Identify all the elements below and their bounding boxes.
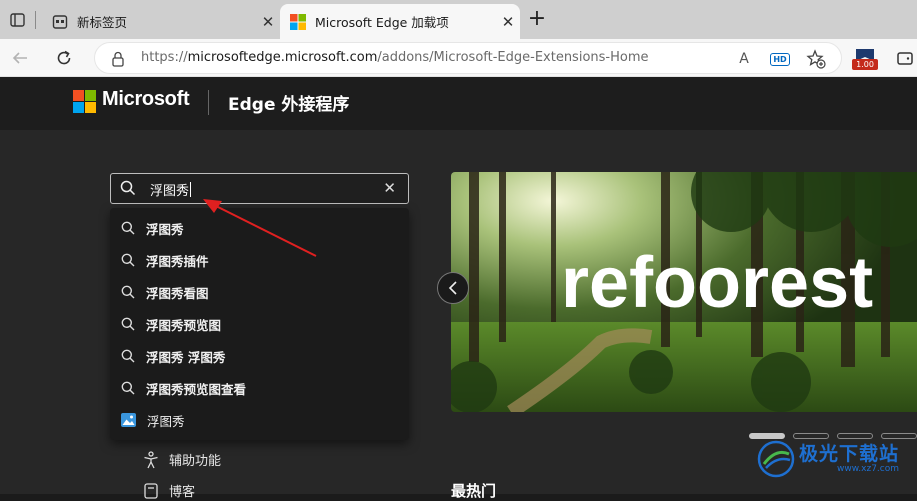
sidebar-item-label: 博客	[169, 485, 196, 500]
url-path: /addons/Microsoft-Edge-Extensions-Home	[377, 50, 649, 65]
clear-search-icon[interactable]: ✕	[383, 179, 396, 197]
search-icon	[121, 285, 135, 299]
read-aloud-icon: A	[739, 51, 749, 67]
product-title[interactable]: Edge 外接程序	[228, 90, 349, 115]
search-input[interactable]: 浮图秀	[150, 180, 192, 199]
site-header: Microsoft Edge 外接程序	[0, 77, 917, 130]
watermark-logo-icon	[757, 440, 795, 478]
search-icon	[121, 253, 135, 267]
search-icon	[121, 381, 135, 395]
carousel-dot[interactable]	[837, 433, 873, 439]
suggestion-item[interactable]: 浮图秀插件	[110, 244, 409, 276]
search-icon	[121, 349, 135, 363]
carousel-dot[interactable]	[881, 433, 917, 439]
sidebar-item-blog[interactable]: 博客	[143, 481, 195, 500]
search-suggestions-dropdown: 浮图秀 浮图秀插件 浮图秀看图 浮图秀预览图 浮图秀 浮图秀 浮图秀预览图查看 …	[110, 208, 409, 440]
tab-new-tab[interactable]: 新标签页 ✕	[42, 4, 280, 39]
back-button[interactable]	[8, 46, 32, 70]
text-caret	[190, 182, 192, 197]
brand-name[interactable]: Microsoft	[102, 88, 190, 111]
hd-button[interactable]: HD	[769, 48, 791, 70]
hd-icon: HD	[770, 52, 790, 66]
url-scheme: https://	[141, 50, 188, 65]
microsoft-logo-icon[interactable]	[73, 90, 96, 113]
suggestion-text: 浮图秀 浮图秀	[146, 349, 226, 365]
header-divider	[208, 90, 209, 115]
carousel-prev-button[interactable]	[437, 272, 469, 304]
wallet-button[interactable]	[893, 46, 917, 70]
lock-icon	[112, 51, 124, 67]
forest-banner-image: refoorest	[451, 172, 917, 412]
wallet-icon	[897, 52, 913, 65]
sidebar-item-accessibility[interactable]: 辅助功能	[143, 450, 221, 469]
url-text: https://microsoftedge.microsoft.com/addo…	[141, 50, 649, 65]
chevron-left-icon	[448, 281, 457, 295]
url-host: microsoftedge.microsoft.com	[187, 50, 378, 65]
add-favorite-button[interactable]	[805, 48, 827, 70]
close-tab-icon[interactable]: ✕	[256, 13, 280, 31]
refresh-icon	[57, 50, 71, 65]
suggestion-item[interactable]: 浮图秀预览图	[110, 308, 409, 340]
image-icon	[121, 413, 136, 427]
address-bar[interactable]: https://microsoftedge.microsoft.com/addo…	[94, 42, 842, 74]
suggestion-text: 浮图秀预览图	[146, 317, 222, 333]
suggestion-item[interactable]: 浮图秀预览图查看	[110, 372, 409, 404]
site-watermark: 极光下载站 www.xz7.com	[757, 440, 899, 478]
new-tab-button[interactable]: +	[524, 7, 550, 33]
suggestion-item[interactable]: 浮图秀	[110, 212, 409, 244]
new-tab-page-icon	[52, 14, 68, 29]
carousel-dot[interactable]	[749, 433, 785, 439]
suggestion-text: 浮图秀	[147, 413, 185, 429]
suggestion-text: 浮图秀	[146, 221, 184, 237]
banner-title: refoorest	[561, 243, 873, 323]
tab-actions-button[interactable]	[4, 8, 30, 32]
tab-actions-icon	[9, 13, 25, 27]
search-icon	[121, 221, 135, 235]
suggestion-item[interactable]: 浮图秀 浮图秀	[110, 340, 409, 372]
tab-title: Microsoft Edge 加载项	[315, 15, 449, 30]
carousel-dot[interactable]	[793, 433, 829, 439]
favorite-add-icon	[806, 49, 826, 69]
refresh-button[interactable]	[52, 46, 76, 70]
tab-title: 新标签页	[77, 15, 128, 30]
suggestion-text: 浮图秀看图	[146, 285, 209, 301]
extension-button[interactable]: 1.00	[852, 47, 878, 73]
suggestion-text: 浮图秀预览图查看	[146, 381, 247, 397]
search-box[interactable]: 浮图秀 ✕	[110, 173, 409, 204]
search-icon	[120, 180, 136, 196]
watermark-title: 极光下载站	[799, 443, 900, 465]
hero-carousel[interactable]: refoorest	[451, 172, 917, 412]
suggestion-item[interactable]: 浮图秀看图	[110, 276, 409, 308]
blog-icon	[144, 482, 158, 499]
extension-suggestion-item[interactable]: 浮图秀	[110, 404, 409, 436]
accessibility-icon	[144, 450, 158, 468]
sidebar-item-label: 辅助功能	[169, 454, 222, 469]
search-input-value: 浮图秀	[150, 184, 190, 199]
close-tab-icon[interactable]: ✕	[496, 13, 520, 31]
address-toolbar: https://microsoftedge.microsoft.com/addo…	[0, 39, 917, 77]
section-heading-most-popular: 最热门	[451, 482, 497, 500]
suggestion-text: 浮图秀插件	[146, 253, 209, 269]
watermark-url: www.xz7.com	[837, 464, 900, 474]
carousel-indicators	[749, 433, 917, 439]
search-icon	[121, 317, 135, 331]
tab-edge-addons[interactable]: Microsoft Edge 加载项 ✕	[280, 4, 520, 39]
browser-tab-bar: 新标签页 ✕ Microsoft Edge 加载项 ✕ +	[0, 0, 917, 39]
extension-badge-count: 1.00	[852, 59, 878, 70]
microsoft-logo-icon	[290, 13, 306, 30]
read-aloud-button[interactable]: A	[733, 48, 755, 70]
back-arrow-icon	[12, 52, 27, 64]
tab-separator	[35, 11, 36, 29]
